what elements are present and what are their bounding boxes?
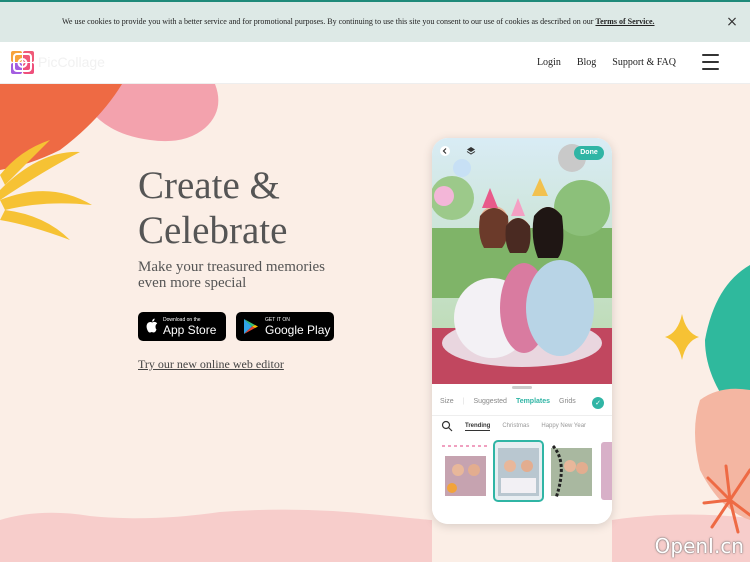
watermark: OpenI.cn — [654, 534, 744, 558]
google-play-button[interactable]: GET IT ON Google Play — [236, 312, 334, 341]
confirm-check-icon[interactable]: ✓ — [592, 397, 604, 409]
template-thumbnail[interactable] — [548, 442, 595, 500]
subtab-happy-new-year[interactable]: Happy New Year — [541, 423, 586, 431]
party-photo — [432, 138, 612, 384]
apple-icon — [146, 318, 158, 333]
google-play-big-text: Google Play — [265, 323, 331, 337]
app-store-big-text: App Store — [163, 323, 217, 337]
sheet-tabs: Size | Suggested Templates Grids — [440, 398, 576, 405]
google-play-icon — [244, 319, 258, 334]
cookie-text: We use cookies to provide you with a bet… — [62, 17, 655, 26]
hero-subtitle-line2: even more special — [138, 275, 247, 291]
divider — [432, 415, 612, 416]
tab-templates[interactable]: Templates — [516, 398, 550, 405]
template-subtabs: Trending Christmas Happy New Year — [465, 423, 586, 431]
site-header: PicCollage Login Blog Support & FAQ — [0, 42, 750, 84]
terms-of-service-link[interactable]: Terms of Service. — [595, 17, 654, 26]
search-icon[interactable] — [441, 420, 453, 432]
template-thumbnail[interactable] — [442, 442, 489, 500]
template-thumbnail[interactable] — [601, 442, 612, 500]
close-icon[interactable]: × — [724, 14, 740, 30]
template-sheet: Size | Suggested Templates Grids ✓ Trend… — [432, 384, 612, 524]
web-editor-link[interactable]: Try our new online web editor — [138, 357, 284, 372]
back-icon[interactable] — [440, 146, 450, 156]
hero-title-line1: Create & — [138, 164, 280, 207]
hero-subtitle-line1: Make your treasured memories — [138, 259, 326, 275]
tab-size[interactable]: Size — [440, 398, 454, 405]
decorative-blobs — [0, 84, 750, 562]
layers-icon[interactable] — [466, 146, 476, 156]
done-button[interactable]: Done — [574, 146, 604, 160]
hero-subtitle: Make your treasured memories even more s… — [138, 259, 338, 291]
nav-support-faq[interactable]: Support & FAQ — [612, 57, 676, 68]
nav-blog[interactable]: Blog — [577, 57, 596, 68]
app-store-button[interactable]: Download on the App Store — [138, 312, 226, 341]
hero-title-line2: Celebrate — [138, 209, 288, 252]
subtab-christmas[interactable]: Christmas — [502, 423, 529, 431]
subtab-trending[interactable]: Trending — [465, 423, 491, 431]
sheet-handle[interactable] — [512, 386, 532, 389]
hamburger-menu-icon[interactable] — [702, 54, 719, 70]
cookie-message: We use cookies to provide you with a bet… — [62, 17, 594, 26]
tab-suggested[interactable]: Suggested — [473, 398, 506, 405]
template-thumbnails — [442, 440, 612, 502]
phone-mockup: Done Size | Suggested Templates Grids ✓ … — [432, 138, 612, 524]
main-nav: Login Blog Support & FAQ — [537, 57, 676, 68]
tab-grids[interactable]: Grids — [559, 398, 576, 405]
hero-title: Create & Celebrate — [138, 163, 287, 253]
piccollage-logo-icon[interactable] — [11, 51, 34, 74]
template-thumbnail[interactable] — [493, 440, 544, 502]
logo-text: PicCollage — [38, 54, 105, 70]
cookie-banner: We use cookies to provide you with a bet… — [0, 0, 750, 42]
nav-login[interactable]: Login — [537, 57, 561, 68]
